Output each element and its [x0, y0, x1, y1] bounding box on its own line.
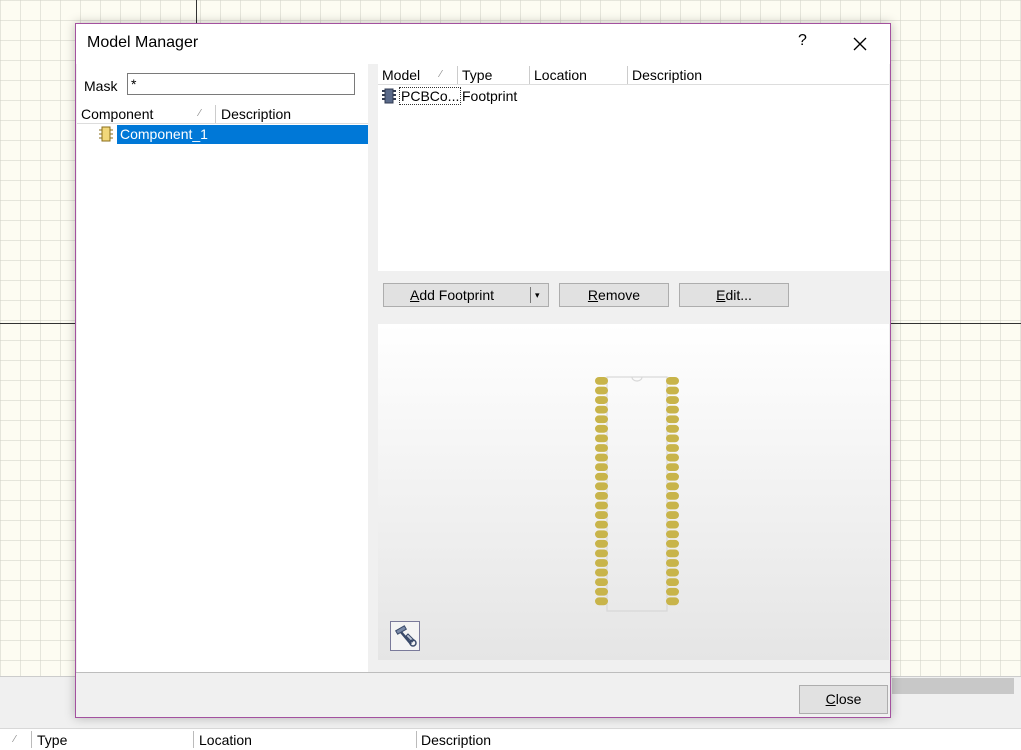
pad-left	[595, 511, 608, 519]
model-name-cell[interactable]: PCBCo...	[399, 87, 462, 105]
sort-indicator: ⁄	[440, 69, 442, 80]
pad-left	[595, 424, 608, 433]
pad-left	[595, 482, 608, 491]
footprint-graphic	[595, 376, 679, 612]
pad-left	[595, 587, 608, 596]
pad-right	[666, 492, 679, 500]
pad-left	[595, 578, 608, 587]
pad-left	[595, 549, 608, 558]
pad-right	[666, 396, 679, 404]
pad-right	[666, 424, 679, 433]
pane-splitter[interactable]	[368, 64, 378, 672]
pad-right	[666, 597, 679, 606]
dialog-divider	[76, 672, 890, 673]
pads-left	[595, 377, 608, 606]
add-footprint-label: Add Footprint	[410, 287, 495, 303]
pad-left	[595, 405, 608, 414]
pad-right	[666, 539, 679, 548]
dialog-title: Model Manager	[87, 34, 199, 51]
model-manager-dialog: Model Manager ? Mask Component ⁄ Descrip…	[75, 23, 891, 718]
pad-right	[666, 405, 679, 414]
background-column-type[interactable]: Type	[37, 732, 67, 748]
column-location[interactable]: Location	[534, 67, 587, 83]
help-button[interactable]: ?	[798, 32, 807, 50]
pad-right	[666, 386, 679, 395]
pad-right	[666, 530, 679, 539]
canvas-line-horizontal-left	[0, 323, 75, 324]
pad-left	[595, 463, 608, 472]
model-list-header: Model ⁄ Type Location Description	[378, 66, 889, 85]
pad-left	[595, 386, 608, 395]
pad-left	[595, 559, 608, 567]
pad-right	[666, 463, 679, 472]
hammer-wrench-icon	[394, 625, 417, 647]
pad-right	[666, 511, 679, 519]
pad-left	[595, 539, 608, 548]
footprint-preview[interactable]	[378, 324, 889, 660]
pad-left	[595, 492, 608, 500]
pad-left	[595, 520, 608, 529]
pad-left	[595, 597, 608, 606]
chevron-down-icon[interactable]: ▾	[535, 284, 540, 306]
background-sort-indicator: ⁄	[14, 734, 16, 745]
model-type-cell: Footprint	[462, 88, 518, 104]
pad-left	[595, 444, 608, 452]
pad-right	[666, 482, 679, 491]
pad-right	[666, 559, 679, 567]
background-column-description[interactable]: Description	[421, 732, 491, 748]
pad-left	[595, 377, 608, 385]
pad-left	[595, 396, 608, 404]
close-icon[interactable]	[852, 36, 868, 52]
pads-right	[666, 377, 679, 606]
remove-button[interactable]: Remove	[559, 283, 669, 307]
pad-left	[595, 453, 608, 462]
pad-left	[595, 415, 608, 424]
column-type[interactable]: Type	[462, 67, 492, 83]
column-model[interactable]: Model	[382, 67, 420, 83]
pad-right	[666, 520, 679, 529]
pad-right	[666, 501, 679, 510]
preview-options-button[interactable]	[390, 621, 420, 651]
pad-right	[666, 377, 679, 385]
canvas-line-vertical	[196, 0, 197, 23]
list-item[interactable]: Component_1	[97, 125, 368, 144]
pad-left	[595, 434, 608, 443]
edit-button[interactable]: Edit...	[679, 283, 789, 307]
pad-right	[666, 568, 679, 577]
mask-input[interactable]	[127, 73, 355, 95]
column-description[interactable]: Description	[632, 67, 702, 83]
pad-right	[666, 444, 679, 452]
add-footprint-button[interactable]: Add Footprint ▾	[383, 283, 549, 307]
pad-left	[595, 472, 608, 481]
pad-right	[666, 472, 679, 481]
dialog-titlebar[interactable]: Model Manager ?	[76, 24, 890, 64]
pad-right	[666, 587, 679, 596]
mask-label: Mask	[84, 78, 118, 94]
background-list-header: ⁄ Type Location Description	[0, 728, 1021, 750]
model-list-pane: Model ⁄ Type Location Description PCBCo.…	[378, 64, 889, 271]
pad-left	[595, 568, 608, 577]
pad-right	[666, 453, 679, 462]
pad-right	[666, 434, 679, 443]
background-scrollbar-thumb[interactable]	[892, 678, 1014, 694]
close-button[interactable]: Close	[799, 685, 888, 714]
column-description[interactable]: Description	[221, 106, 291, 122]
canvas-line-horizontal-right	[890, 323, 1021, 324]
background-column-location[interactable]: Location	[199, 732, 252, 748]
pad-right	[666, 415, 679, 424]
pad-left	[595, 501, 608, 510]
pad-right	[666, 578, 679, 587]
component-icon	[99, 126, 113, 142]
column-component[interactable]: Component	[81, 106, 153, 122]
footprint-icon	[382, 88, 396, 104]
component-name[interactable]: Component_1	[117, 125, 368, 144]
component-pane: Mask Component ⁄ Description Component_1	[77, 64, 368, 672]
pad-left	[595, 530, 608, 539]
component-list-header: Component ⁄ Description	[77, 105, 368, 124]
sort-indicator: ⁄	[199, 108, 201, 119]
pad-right	[666, 549, 679, 558]
